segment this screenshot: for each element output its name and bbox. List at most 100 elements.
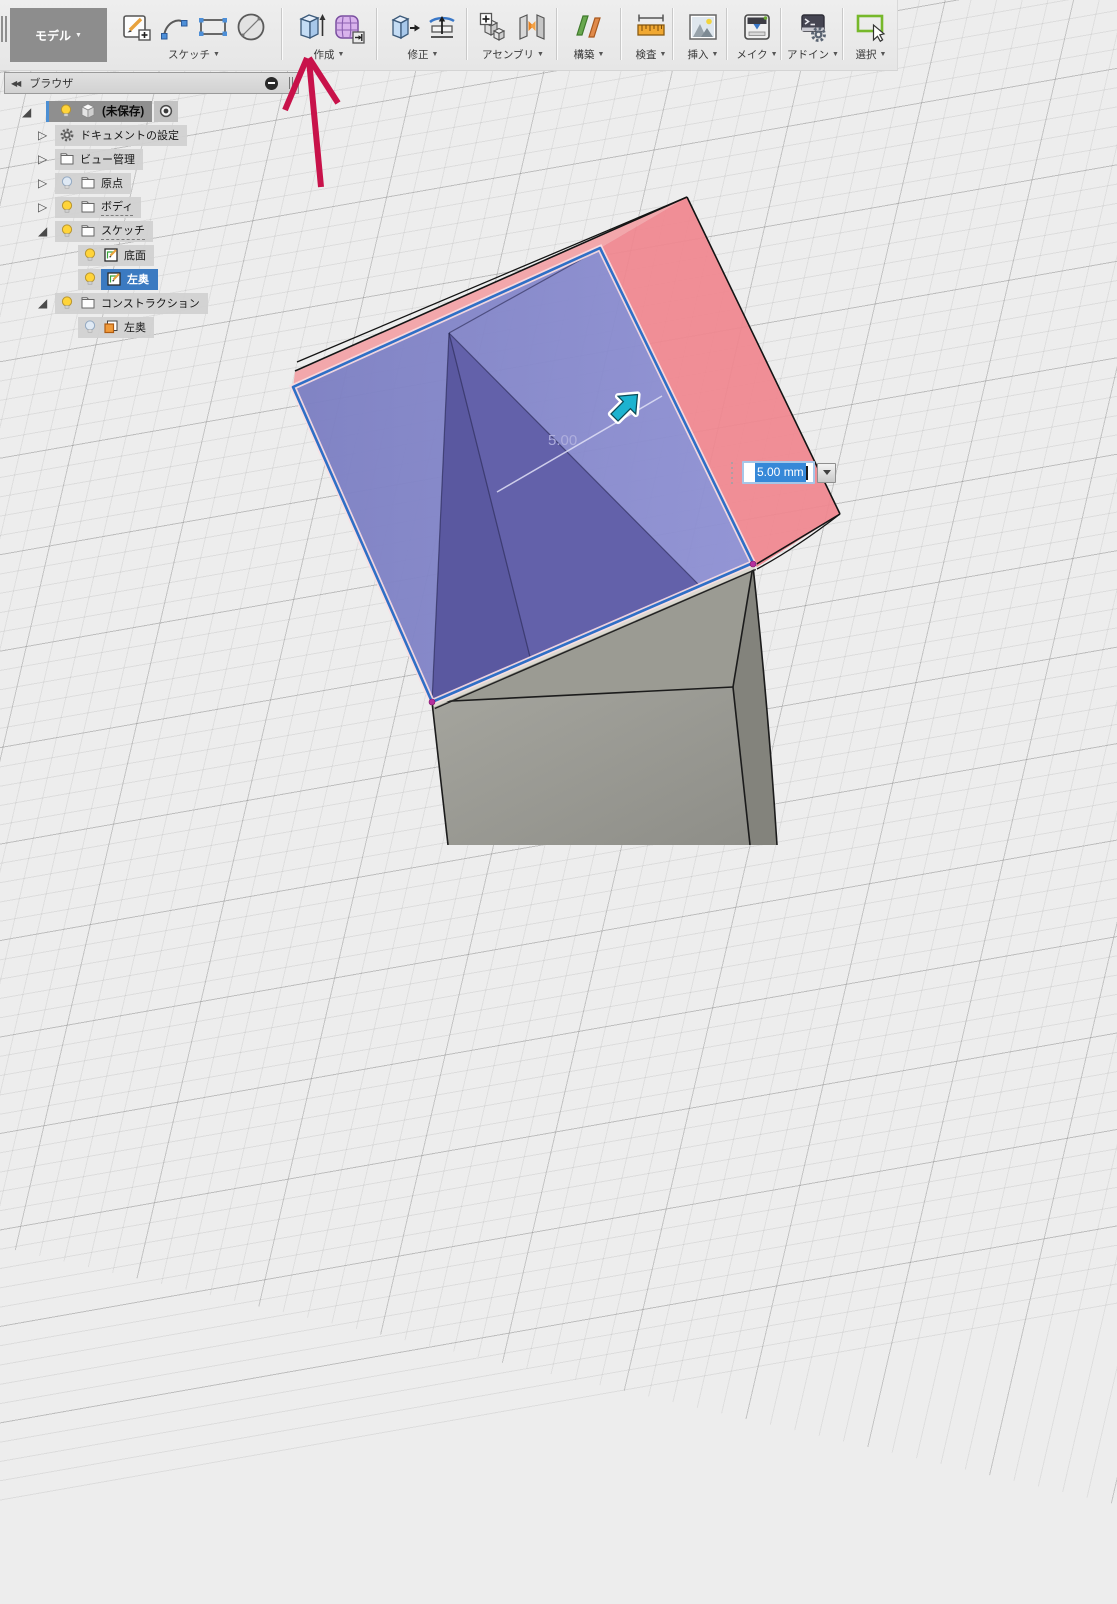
- tree-item-label: ボディ: [101, 198, 133, 216]
- chevron-down-icon: ▼: [75, 32, 82, 39]
- bulb-on-icon[interactable]: [59, 295, 75, 311]
- chevron-down-icon: ▼: [712, 51, 719, 58]
- tree-row-view-management[interactable]: ビュー管理: [55, 148, 143, 170]
- joint-icon[interactable]: [515, 10, 549, 44]
- extrude-dimension-input-group: 5.00 mm: [731, 461, 836, 484]
- disclosure-expanded-icon[interactable]: ◢: [22, 106, 31, 118]
- bulb-on-icon[interactable]: [82, 247, 98, 263]
- sketch-icon: [106, 271, 122, 287]
- tree-row-construction-plane[interactable]: 左奥: [78, 316, 154, 338]
- chevron-down-icon: ▼: [771, 51, 778, 58]
- tree-item-label: ビュー管理: [80, 151, 135, 167]
- create-menu-button[interactable]: 作成▼: [314, 47, 345, 62]
- new-component-icon[interactable]: [477, 10, 511, 44]
- browser-panel-header[interactable]: ◀◀ ブラウザ: [4, 72, 299, 94]
- toolbar-separator: [620, 8, 622, 60]
- toolbar-group-sketch: スケッチ▼: [112, 8, 276, 62]
- sketch-icon: [103, 247, 119, 263]
- select-icon[interactable]: [854, 10, 888, 44]
- folder-icon: [80, 223, 96, 239]
- selected-tree-item[interactable]: 左奥: [101, 269, 158, 290]
- toolbar-separator: [780, 8, 782, 60]
- toolbar-separator: [466, 8, 468, 60]
- toolbar-separator: [726, 8, 728, 60]
- toolbar-group-modify: 修正▼: [382, 8, 464, 62]
- chevron-down-icon: ▼: [880, 51, 887, 58]
- dimension-label: 5.00: [548, 432, 577, 449]
- tree-item-label: 左奥: [127, 271, 149, 287]
- collapse-panel-icon[interactable]: ◀◀: [11, 79, 19, 88]
- toolbar-drag-grip-icon[interactable]: [1, 16, 9, 42]
- tree-row-document-settings[interactable]: ドキュメントの設定: [55, 124, 187, 146]
- bulb-on-icon[interactable]: [82, 271, 98, 287]
- form-icon[interactable]: [331, 10, 365, 44]
- dimension-value-selected: 5.00 mm: [755, 463, 806, 482]
- chevron-down-icon: ▼: [432, 51, 439, 58]
- panel-grip-icon[interactable]: [288, 77, 294, 89]
- bulb-off-icon[interactable]: [82, 319, 98, 335]
- activate-component-radio[interactable]: [154, 101, 178, 122]
- tree-row-origin[interactable]: 原点: [55, 172, 131, 194]
- tree-row-sketch-bottom[interactable]: 底面: [78, 244, 154, 266]
- toolbar-group-assemble: アセンブリ▼: [472, 8, 554, 62]
- measure-icon[interactable]: [634, 10, 668, 44]
- dimension-dropdown-button[interactable]: [817, 463, 836, 483]
- addins-menu-button[interactable]: アドイン▼: [787, 47, 839, 62]
- tree-row-root[interactable]: (未保存): [46, 100, 178, 122]
- dimension-input[interactable]: 5.00 mm: [742, 461, 815, 484]
- construction-plane-icon[interactable]: [572, 10, 606, 44]
- press-pull-icon[interactable]: [387, 10, 421, 44]
- vertex-dot[interactable]: [750, 561, 756, 567]
- tree-item-label: 左奥: [124, 319, 146, 335]
- spline-icon[interactable]: [158, 10, 192, 44]
- toolbar-group-construct: 構築▼: [562, 8, 616, 62]
- disclosure-collapsed-icon[interactable]: ▷: [38, 129, 47, 141]
- disclosure-collapsed-icon[interactable]: ▷: [38, 201, 47, 213]
- toolbar-separator: [376, 8, 378, 60]
- workspace-selector[interactable]: モデル ▼: [10, 8, 107, 62]
- extrude-icon[interactable]: [293, 10, 327, 44]
- disclosure-collapsed-icon[interactable]: ▷: [38, 177, 47, 189]
- bulb-on-icon[interactable]: [59, 199, 75, 215]
- tree-row-construction[interactable]: コンストラクション: [55, 292, 208, 314]
- folder-icon: [80, 295, 96, 311]
- assemble-menu-button[interactable]: アセンブリ▼: [482, 47, 544, 62]
- circle-minus-icon[interactable]: [265, 77, 278, 90]
- inspect-menu-button[interactable]: 検査▼: [636, 47, 667, 62]
- tree-row-bodies[interactable]: ボディ: [55, 196, 141, 218]
- folder-icon: [80, 199, 96, 215]
- make-menu-button[interactable]: メイク▼: [736, 47, 777, 62]
- folder-icon: [80, 175, 96, 191]
- select-menu-button[interactable]: 選択▼: [856, 47, 887, 62]
- fusion360-window: { "workspace_selector": { "label": "モデル"…: [0, 0, 1117, 845]
- disclosure-expanded-icon[interactable]: ◢: [38, 225, 47, 237]
- chevron-down-icon: ▼: [213, 51, 220, 58]
- workspace-label: モデル: [35, 27, 71, 44]
- offset-face-icon[interactable]: [425, 10, 459, 44]
- construct-menu-button[interactable]: 構築▼: [574, 47, 605, 62]
- bulb-on-icon[interactable]: [58, 103, 74, 119]
- bulb-on-icon[interactable]: [59, 223, 75, 239]
- toolbar-separator: [842, 8, 844, 60]
- create-sketch-icon[interactable]: [120, 10, 154, 44]
- tree-row-sketch-leftback-selected[interactable]: 左奥: [78, 268, 158, 290]
- add-ins-icon[interactable]: [796, 10, 830, 44]
- chevron-down-icon: ▼: [537, 51, 544, 58]
- disclosure-expanded-icon[interactable]: ◢: [38, 297, 47, 309]
- insert-menu-button[interactable]: 挿入▼: [688, 47, 719, 62]
- 3d-print-icon[interactable]: [740, 10, 774, 44]
- tree-item-label: コンストラクション: [101, 295, 200, 311]
- bulb-off-icon[interactable]: [59, 175, 75, 191]
- rectangle-icon[interactable]: [196, 10, 230, 44]
- tree-item-label: スケッチ: [101, 222, 145, 240]
- sketch-menu-button[interactable]: スケッチ▼: [168, 47, 220, 62]
- modify-menu-button[interactable]: 修正▼: [408, 47, 439, 62]
- text-caret: [806, 466, 808, 480]
- circle-icon[interactable]: [234, 10, 268, 44]
- toolbar-separator: [672, 8, 674, 60]
- insert-image-icon[interactable]: [686, 10, 720, 44]
- vertex-dot[interactable]: [429, 699, 435, 705]
- disclosure-collapsed-icon[interactable]: ▷: [38, 153, 47, 165]
- tree-row-sketches[interactable]: スケッチ: [55, 220, 153, 242]
- drag-grip-dots-icon[interactable]: [731, 462, 733, 484]
